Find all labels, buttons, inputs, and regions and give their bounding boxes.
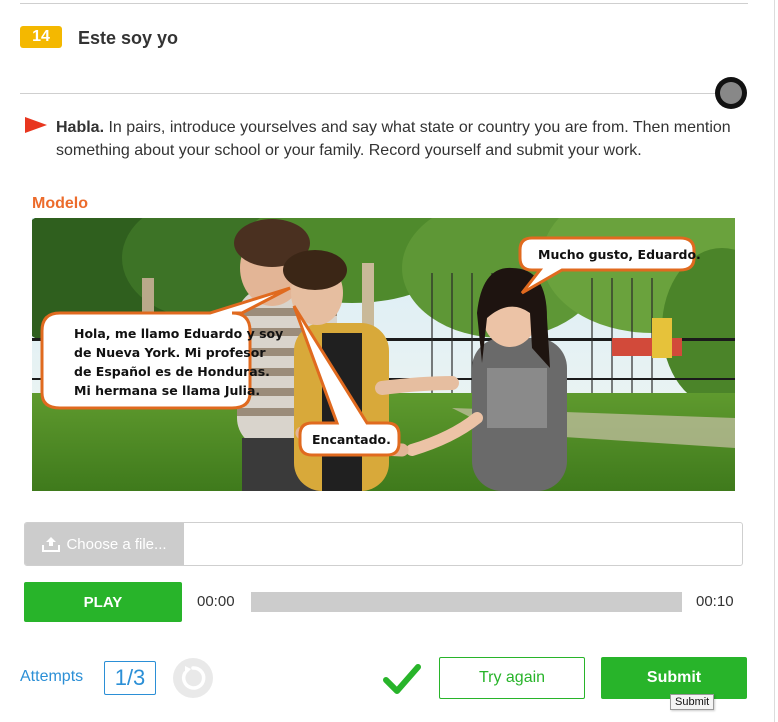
- reset-icon[interactable]: [172, 657, 214, 699]
- bubble-eduardo-line-1: Hola, me llamo Eduardo y soy: [74, 326, 283, 341]
- check-icon: [383, 664, 421, 694]
- instructions: Habla. In pairs, introduce yourselves an…: [56, 116, 736, 162]
- attempts-count: 1/3: [104, 661, 156, 695]
- activity-title: Este soy yo: [78, 28, 179, 48]
- choose-file-label: Choose a file...: [66, 535, 167, 553]
- bubble-eduardo-line-3: de Español es de Honduras.: [74, 364, 270, 379]
- activity-number-badge: 14: [20, 26, 62, 48]
- bubble-eduardo-line-4: Mi hermana se llama Julia.: [74, 383, 260, 398]
- attempts-label: Attempts: [20, 668, 84, 685]
- time-total: 00:10: [696, 593, 734, 610]
- choose-file-button[interactable]: Choose a file...: [25, 523, 184, 565]
- top-divider: [20, 3, 748, 4]
- flag-icon: [25, 117, 47, 133]
- upload-icon: [42, 537, 61, 552]
- model-photo: Hola, me llamo Eduardo y soy de Nueva Yo…: [32, 218, 735, 491]
- instructions-text: In pairs, introduce yourselves and say w…: [56, 119, 731, 159]
- try-again-button[interactable]: Try again: [439, 657, 585, 699]
- activity-page: 14 Este soy yo Habla. In pairs, introduc…: [0, 0, 778, 722]
- right-border: [774, 0, 775, 722]
- submit-tooltip: Submit: [670, 694, 715, 710]
- modelo-label: Modelo: [32, 195, 88, 212]
- bubble-girl-text: Mucho gusto, Eduardo.: [538, 247, 701, 262]
- bubble-eduardo-line-2: de Nueva York. Mi profesor: [74, 345, 266, 360]
- play-button[interactable]: PLAY: [24, 582, 182, 622]
- file-upload-row: Choose a file...: [24, 522, 743, 566]
- record-icon[interactable]: [715, 77, 747, 109]
- section-divider: [20, 93, 732, 94]
- audio-progress-bar[interactable]: [251, 592, 682, 612]
- submit-button[interactable]: Submit: [601, 657, 747, 699]
- bubble-friend-text: Encantado.: [312, 432, 391, 447]
- time-elapsed: 00:00: [197, 593, 235, 610]
- photo-illustration: Hola, me llamo Eduardo y soy de Nueva Yo…: [32, 218, 735, 491]
- instructions-lead: Habla.: [56, 119, 105, 136]
